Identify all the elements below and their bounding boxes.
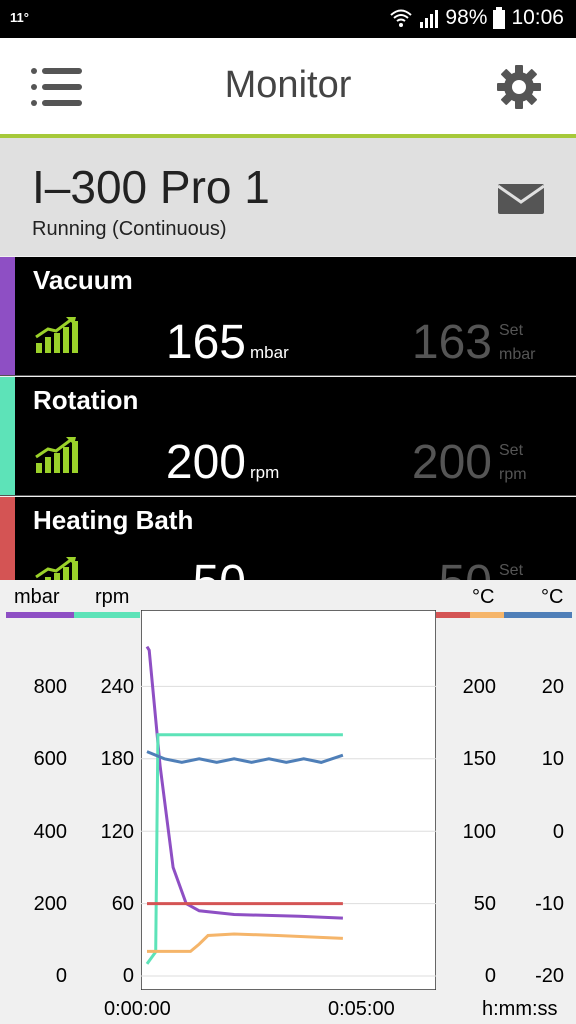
temperature-indicator: 11° bbox=[10, 10, 29, 25]
trend-icon[interactable] bbox=[34, 315, 78, 355]
signal-icon bbox=[420, 10, 439, 28]
rotation-unit: rpm bbox=[250, 463, 280, 482]
tick-rpm: 0 bbox=[122, 965, 134, 987]
trend-icon[interactable] bbox=[34, 555, 78, 580]
tick-mbar: 600 bbox=[33, 748, 67, 770]
tick-bath: 200 bbox=[462, 676, 496, 698]
wifi-icon bbox=[390, 9, 413, 27]
vacuum-color-bar bbox=[0, 257, 15, 375]
battery-icon bbox=[493, 7, 506, 29]
tick-vapor: 10 bbox=[541, 748, 564, 770]
heating-bath-panel[interactable]: Heating Bath 50 50 Set bbox=[0, 497, 576, 580]
vacuum-set-label: Set mbar bbox=[499, 319, 535, 367]
axis-title-vapor: °C bbox=[541, 586, 564, 608]
heating-bath-color-bar bbox=[0, 497, 15, 580]
tick-bath: 150 bbox=[462, 748, 496, 770]
app-bar: Monitor bbox=[0, 38, 576, 138]
tick-mbar: 400 bbox=[33, 821, 67, 843]
settings-button[interactable] bbox=[496, 64, 542, 110]
set-unit: rpm bbox=[499, 466, 527, 483]
mbar-color-bar bbox=[6, 612, 74, 618]
trend-icon[interactable] bbox=[34, 435, 78, 475]
device-status: Running (Continuous) bbox=[32, 218, 227, 240]
heating-bath-set-value[interactable]: 50 bbox=[439, 555, 492, 580]
heating-bath-value: 50 bbox=[193, 555, 246, 580]
plot-area[interactable] bbox=[141, 610, 436, 990]
tick-rpm: 240 bbox=[100, 676, 134, 698]
panel-title: Vacuum bbox=[33, 265, 133, 295]
gear-icon bbox=[497, 65, 541, 109]
rotation-set-value[interactable]: 200 bbox=[412, 435, 492, 490]
rotation-value: 200 bbox=[165, 436, 246, 489]
set-label: Set bbox=[499, 562, 524, 579]
tick-vapor: 0 bbox=[552, 821, 564, 843]
rotation-color-bar bbox=[0, 377, 15, 495]
tick-mbar: 800 bbox=[33, 676, 67, 698]
tick-bath: 50 bbox=[473, 893, 496, 915]
vapor-color-bar bbox=[504, 612, 572, 618]
x-tick: 0:05:00 bbox=[328, 998, 395, 1020]
rotation-set-label: Set rpm bbox=[499, 439, 527, 487]
battery-percent: 98% bbox=[445, 6, 488, 29]
axis-title-bath: °C bbox=[472, 586, 495, 608]
trend-chart[interactable]: mbar rpm °C °C 800 600 400 200 0 240 180… bbox=[0, 580, 576, 1024]
tick-vapor: -10 bbox=[535, 893, 564, 915]
set-label: Set bbox=[499, 322, 524, 339]
axis-title-rpm: rpm bbox=[95, 586, 130, 608]
x-axis-unit: h:mm:ss bbox=[482, 998, 558, 1020]
tick-mbar: 200 bbox=[33, 893, 67, 915]
tick-rpm: 60 bbox=[111, 893, 134, 915]
bath-color-bar bbox=[436, 612, 470, 618]
clock: 10:06 bbox=[511, 6, 564, 29]
heating-bath-set-label: Set bbox=[499, 559, 523, 580]
tick-bath: 100 bbox=[462, 821, 496, 843]
vacuum-panel[interactable]: Vacuum 165 mbar 163 Set mbar bbox=[0, 257, 576, 376]
vacuum-set-value[interactable]: 163 bbox=[412, 315, 492, 370]
panel-title: Rotation bbox=[33, 385, 139, 415]
vacuum-unit: mbar bbox=[250, 343, 289, 362]
vacuum-value: 165 bbox=[165, 316, 246, 369]
device-name: I–300 Pro 1 bbox=[32, 161, 270, 213]
page-title: Monitor bbox=[224, 64, 352, 106]
rotation-panel[interactable]: Rotation 200 rpm 200 Set rpm bbox=[0, 377, 576, 496]
mail-icon bbox=[497, 184, 545, 214]
panel-title: Heating Bath bbox=[33, 505, 194, 535]
device-header: I–300 Pro 1 Running (Continuous) bbox=[0, 138, 576, 256]
status-bar: 11° 98% 10:06 bbox=[0, 0, 576, 38]
status-icons: 98% 10:06 bbox=[389, 6, 564, 30]
axis-title-mbar: mbar bbox=[14, 586, 60, 608]
bath2-color-bar bbox=[470, 612, 504, 618]
tick-rpm: 120 bbox=[100, 821, 134, 843]
tick-vapor: -20 bbox=[535, 965, 564, 987]
tick-rpm: 180 bbox=[100, 748, 134, 770]
messages-button[interactable] bbox=[496, 182, 546, 216]
rpm-color-bar bbox=[74, 612, 140, 618]
set-label: Set bbox=[499, 442, 524, 459]
tick-vapor: 20 bbox=[541, 676, 564, 698]
tick-mbar: 0 bbox=[55, 965, 67, 987]
x-tick: 0:00:00 bbox=[104, 998, 171, 1020]
set-unit: mbar bbox=[499, 346, 536, 363]
tick-bath: 0 bbox=[484, 965, 496, 987]
